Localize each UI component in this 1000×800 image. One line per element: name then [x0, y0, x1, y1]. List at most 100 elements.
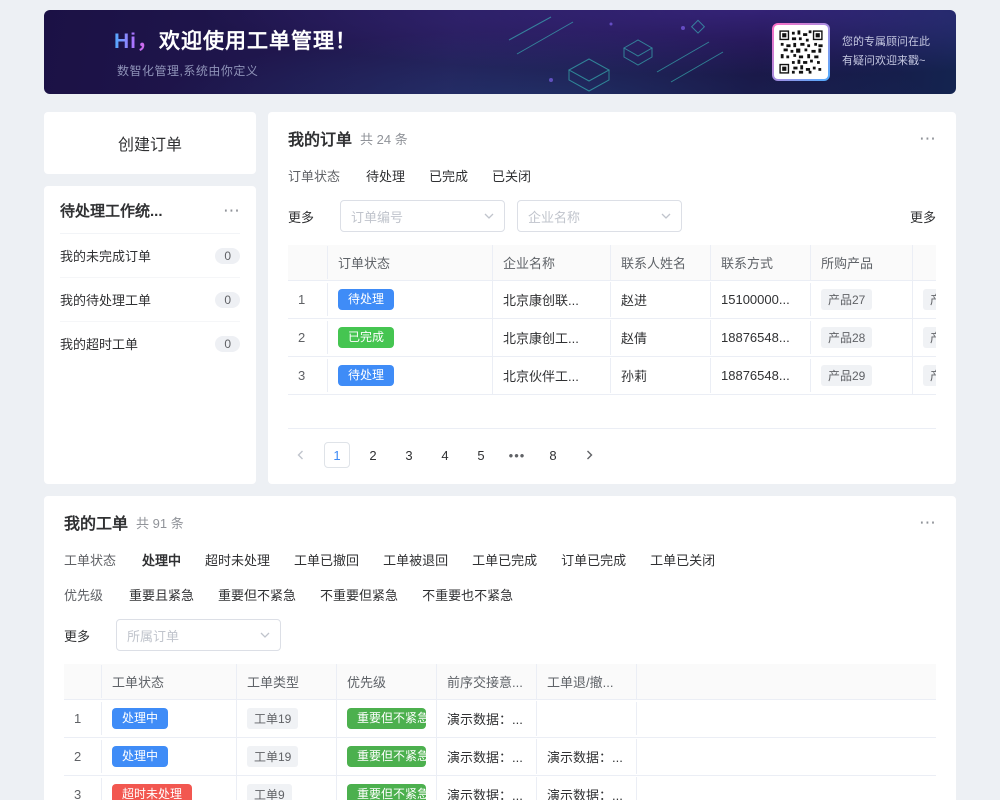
ticket-status-filter-label: 工单状态: [64, 550, 116, 569]
list-item[interactable]: 我的待处理工单 0: [60, 278, 240, 322]
row-index: 3: [288, 359, 328, 392]
list-item[interactable]: 我的超时工单 0: [60, 322, 240, 365]
banner-title-rest: 欢迎使用工单管理！: [159, 30, 357, 53]
chevron-down-icon: [260, 632, 270, 638]
filter-option-recalled[interactable]: 工单已撤回: [294, 550, 359, 569]
pagination-page-3[interactable]: 3: [396, 442, 422, 468]
column-header-status: 订单状态: [328, 245, 493, 280]
filter-option-returned[interactable]: 工单被退回: [383, 550, 448, 569]
product-tag: 产: [923, 327, 936, 348]
filter-option-ticket-done[interactable]: 工单已完成: [472, 550, 537, 569]
pagination-next-icon[interactable]: [576, 442, 602, 468]
column-header-filler: [913, 246, 936, 279]
phone-cell: 18876548...: [711, 359, 811, 392]
company-cell: 北京伙伴工...: [493, 358, 611, 393]
order-status-filter: 订单状态 待处理 已完成 已关闭: [288, 166, 936, 185]
orders-more-menu-icon[interactable]: ⋯: [919, 130, 936, 147]
pagination-page-1[interactable]: 1: [324, 442, 350, 468]
filter-option-overdue[interactable]: 超时未处理: [205, 550, 270, 569]
stats-item-label: 我的未完成订单: [60, 246, 151, 265]
status-badge: 处理中: [112, 708, 168, 729]
filter-option-pending[interactable]: 待处理: [366, 166, 405, 185]
pagination-page-5[interactable]: 5: [468, 442, 494, 468]
qr-caption-line1: 您的专属顾问在此: [842, 33, 930, 52]
table-row[interactable]: 2 处理中 工单19 重要但不紧急 演示数据：... 演示数据：...: [64, 738, 936, 776]
pagination-ellipsis-icon[interactable]: •••: [504, 442, 530, 468]
chevron-down-icon: [484, 213, 494, 219]
table-row[interactable]: 2 已完成 北京康创工... 赵倩 18876548... 产品28 产: [288, 319, 936, 357]
pagination-page-last[interactable]: 8: [540, 442, 566, 468]
qr-caption: 您的专属顾问在此 有疑问欢迎来戳~: [842, 33, 930, 70]
column-header-index: [288, 246, 328, 279]
column-header-handover: 前序交接意...: [437, 664, 537, 699]
column-header-contact: 联系人姓名: [611, 245, 711, 280]
row-index: 3: [64, 778, 102, 800]
product-tag: 产: [923, 365, 936, 386]
ticket-type-tag: 工单9: [247, 784, 292, 800]
orders-more-label[interactable]: 更多: [288, 207, 314, 226]
product-tag: 产品27: [821, 289, 872, 310]
count-badge: 0: [215, 248, 240, 264]
priority-filter-label: 优先级: [64, 585, 103, 604]
parent-order-select[interactable]: 所属订单: [116, 619, 281, 651]
withdraw-cell: 演示数据：...: [537, 777, 637, 800]
status-badge: 待处理: [338, 289, 394, 310]
table-row[interactable]: 3 超时未处理 工单9 重要但不紧急 演示数据：... 演示数据：...: [64, 776, 936, 800]
column-header-withdraw: 工单退/撤...: [537, 664, 637, 699]
company-cell: 北京康创工...: [493, 320, 611, 355]
tickets-more-menu-icon[interactable]: ⋯: [919, 514, 936, 531]
tickets-more-label[interactable]: 更多: [64, 626, 90, 645]
list-item[interactable]: 我的未完成订单 0: [60, 234, 240, 278]
table-row[interactable]: 3 待处理 北京伙伴工... 孙莉 18876548... 产品29 产: [288, 357, 936, 395]
handover-cell: 演示数据：...: [437, 777, 537, 800]
priority-badge: 重要但不紧急: [347, 784, 426, 800]
handover-cell: 演示数据：...: [437, 701, 537, 736]
filter-option-not-important-not-urgent[interactable]: 不重要也不紧急: [422, 585, 513, 604]
filter-option-closed[interactable]: 已关闭: [492, 166, 531, 185]
contact-cell: 赵倩: [611, 320, 711, 355]
products-cell: 产品27: [811, 281, 913, 318]
create-order-button[interactable]: 创建订单: [44, 112, 256, 174]
priority-badge: 重要但不紧急: [347, 708, 426, 729]
stats-item-label: 我的超时工单: [60, 334, 138, 353]
qr-code: [772, 23, 830, 81]
chevron-down-icon: [661, 213, 671, 219]
phone-cell: 15100000...: [711, 283, 811, 316]
orders-more-link[interactable]: 更多: [910, 207, 936, 226]
company-name-placeholder: 企业名称: [528, 207, 580, 226]
pagination-page-4[interactable]: 4: [432, 442, 458, 468]
filter-option-done[interactable]: 已完成: [429, 166, 468, 185]
orders-panel: 我的订单 共 24 条 ⋯ 订单状态 待处理 已完成 已关闭 更多 订单编号 企…: [268, 112, 956, 484]
filter-option-order-done[interactable]: 订单已完成: [561, 550, 626, 569]
column-header-index: [64, 665, 102, 698]
banner-title-hi: Hi，: [114, 30, 159, 53]
parent-order-placeholder: 所属订单: [127, 626, 179, 645]
withdraw-cell: 演示数据：...: [537, 739, 637, 774]
tickets-panel: 我的工单 共 91 条 ⋯ 工单状态 处理中 超时未处理 工单已撤回 工单被退回…: [44, 496, 956, 800]
orders-table: 订单状态 企业名称 联系人姓名 联系方式 所购产品 1 待处理 北京康创联...…: [288, 245, 936, 429]
filter-option-important-urgent[interactable]: 重要且紧急: [129, 585, 194, 604]
table-row[interactable]: 1 待处理 北京康创联... 赵进 15100000... 产品27 产: [288, 281, 936, 319]
left-column: 创建订单 待处理工作统... ⋯ 我的未完成订单 0 我的待处理工单 0 我的超…: [44, 112, 256, 484]
filter-option-ticket-closed[interactable]: 工单已关闭: [650, 550, 715, 569]
filter-option-not-important-urgent[interactable]: 不重要但紧急: [320, 585, 398, 604]
table-row[interactable]: 1 处理中 工单19 重要但不紧急 演示数据：...: [64, 700, 936, 738]
count-badge: 0: [215, 336, 240, 352]
stats-more-menu-icon[interactable]: ⋯: [223, 202, 240, 219]
company-name-select[interactable]: 企业名称: [517, 200, 682, 232]
stats-item-label: 我的待处理工单: [60, 290, 151, 309]
order-number-select[interactable]: 订单编号: [340, 200, 505, 232]
column-header-company: 企业名称: [493, 245, 611, 280]
banner-decoration: [451, 10, 751, 94]
filter-option-important-not-urgent[interactable]: 重要但不紧急: [218, 585, 296, 604]
column-header-filler: [637, 665, 936, 698]
filter-option-processing[interactable]: 处理中: [142, 550, 181, 569]
row-index: 2: [288, 321, 328, 354]
tickets-panel-title: 我的工单: [64, 510, 128, 534]
ticket-type-tag: 工单19: [247, 708, 298, 729]
pagination-page-2[interactable]: 2: [360, 442, 386, 468]
status-badge: 待处理: [338, 365, 394, 386]
row-index: 1: [64, 702, 102, 735]
priority-filter: 优先级 重要且紧急 重要但不紧急 不重要但紧急 不重要也不紧急: [64, 585, 936, 604]
pagination-prev-icon[interactable]: [288, 442, 314, 468]
